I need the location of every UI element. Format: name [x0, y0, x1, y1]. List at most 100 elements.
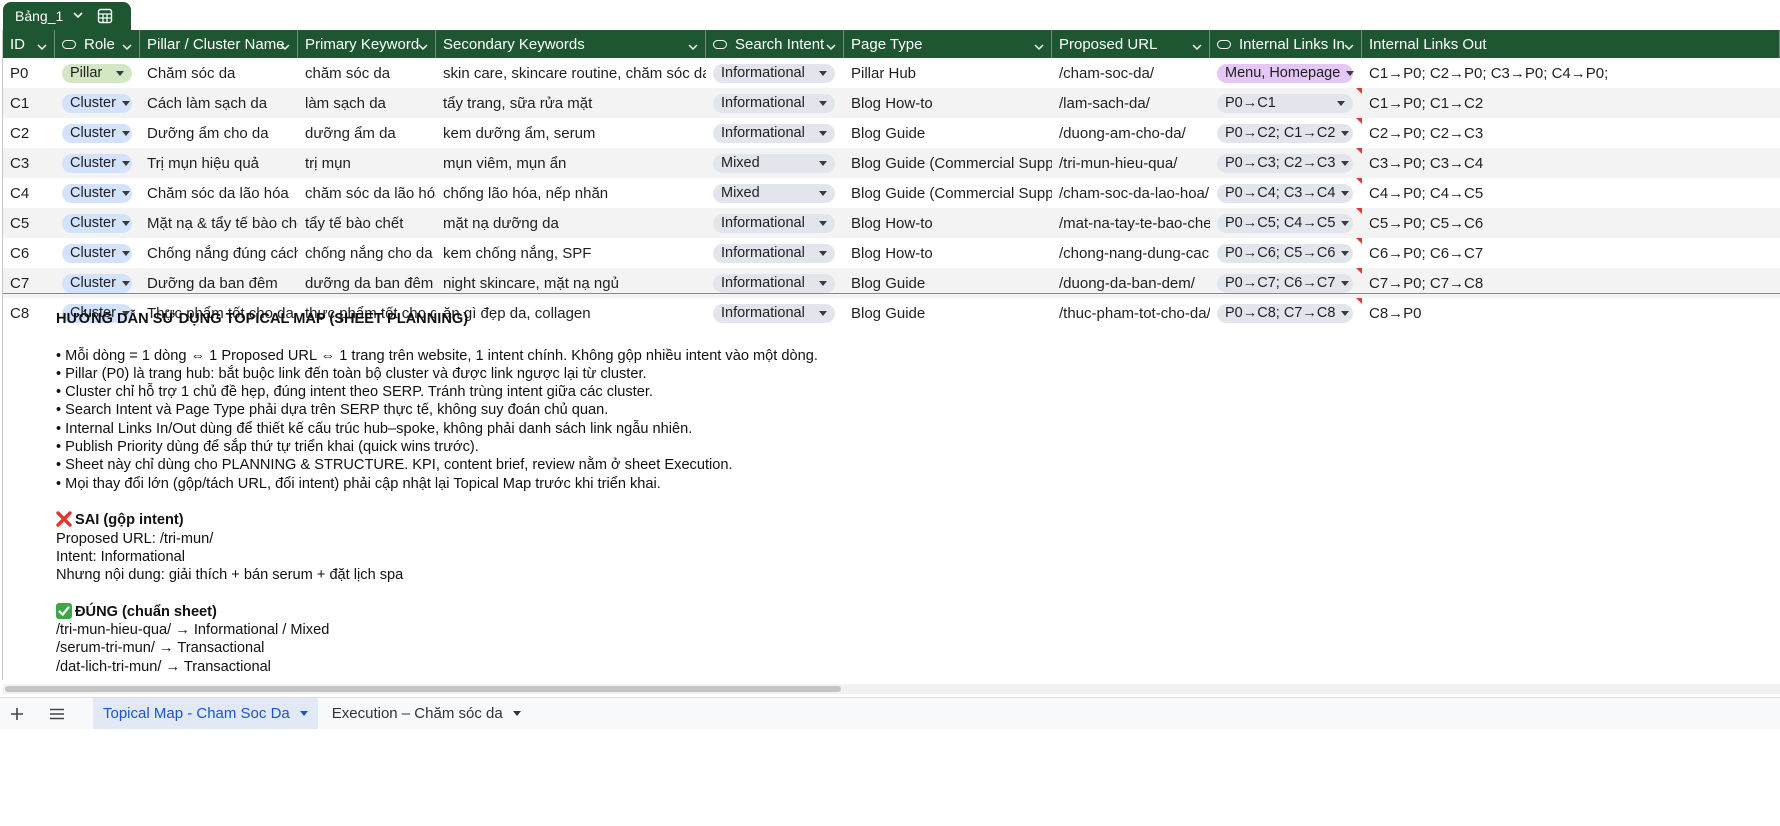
cell-name[interactable]: Cách làm sạch da [140, 88, 298, 118]
add-sheet-icon[interactable] [5, 702, 29, 726]
caret-down-icon[interactable] [121, 250, 130, 256]
cell-links-in[interactable]: P0→C4; C3→C4 [1210, 178, 1362, 208]
cell-primary-keyword[interactable]: làm sạch da [298, 88, 436, 118]
cell-page-type[interactable]: Blog How-to [844, 238, 1052, 268]
cell-role[interactable]: Cluster [55, 118, 140, 148]
intent-dropdown-chip[interactable]: Informational [713, 123, 835, 143]
cell-page-type[interactable]: Pillar Hub [844, 58, 1052, 88]
cell-proposed-url[interactable]: /duong-am-cho-da/ [1052, 118, 1210, 148]
cell-links-in[interactable]: P0→C1 [1210, 88, 1362, 118]
chevron-down-icon[interactable] [37, 38, 47, 51]
horizontal-scrollbar[interactable] [3, 684, 1780, 694]
links-in-dropdown-chip[interactable]: P0→C4; C3→C4 [1217, 183, 1353, 203]
header-col-links-out[interactable]: Internal Links Out [1362, 30, 1780, 58]
links-in-dropdown-chip[interactable]: P0→C1 [1217, 93, 1353, 113]
cell-links-in[interactable]: Menu, Homepage [1210, 58, 1362, 88]
intent-dropdown-chip[interactable]: Mixed [713, 183, 835, 203]
cell-links-in[interactable]: P0→C8; C7→C8 [1210, 298, 1362, 328]
role-dropdown-chip[interactable]: Cluster [62, 153, 132, 173]
cell-role[interactable]: Pillar [55, 58, 140, 88]
cell-search-intent[interactable]: Mixed [706, 178, 844, 208]
cell-proposed-url[interactable]: /chong-nang-dung-cach/ [1052, 238, 1210, 268]
cell-id[interactable]: C1 [3, 88, 55, 118]
cell-secondary-keywords[interactable]: kem dưỡng ẩm, serum [436, 118, 706, 148]
header-col-search-intent[interactable]: Search Intent [706, 30, 844, 58]
intent-dropdown-chip[interactable]: Informational [713, 63, 835, 83]
scrollbar-thumb[interactable] [5, 686, 841, 692]
role-dropdown-chip[interactable]: Cluster [62, 213, 132, 233]
cell-links-in[interactable]: P0→C2; C1→C2 [1210, 118, 1362, 148]
cell-links-out[interactable]: C4→P0; C4→C5 [1362, 178, 1780, 208]
cell-primary-keyword[interactable]: chống nắng cho da [298, 238, 436, 268]
chevron-down-icon[interactable] [1344, 38, 1354, 51]
intent-dropdown-chip[interactable]: Informational [713, 93, 835, 113]
caret-down-icon[interactable] [299, 711, 308, 716]
cell-page-type[interactable]: Blog Guide [844, 118, 1052, 148]
header-col-page-type[interactable]: Page Type [844, 30, 1052, 58]
cell-role[interactable]: Cluster [55, 238, 140, 268]
caret-down-icon[interactable] [121, 100, 130, 106]
chevron-down-icon[interactable] [688, 38, 698, 51]
caret-down-icon[interactable] [1341, 190, 1350, 196]
cell-links-out[interactable]: C3→P0; C3→C4 [1362, 148, 1780, 178]
caret-down-icon[interactable] [121, 190, 130, 196]
cell-id[interactable]: C8 [3, 298, 55, 328]
table-tab[interactable]: Bảng_1 [3, 2, 131, 30]
chevron-down-icon[interactable] [418, 38, 428, 51]
intent-dropdown-chip[interactable]: Informational [713, 273, 835, 293]
header-col-links-in[interactable]: Internal Links In [1210, 30, 1362, 58]
caret-down-icon[interactable] [512, 711, 521, 716]
header-col-primary-keyword[interactable]: Primary Keyword [298, 30, 436, 58]
cell-proposed-url[interactable]: /cham-soc-da-lao-hoa/ [1052, 178, 1210, 208]
cell-primary-keyword[interactable]: chăm sóc da [298, 58, 436, 88]
table-icon[interactable] [97, 8, 113, 24]
cell-id[interactable]: C6 [3, 238, 55, 268]
header-col-id[interactable]: ID [3, 30, 55, 58]
header-col-role[interactable]: Role [55, 30, 140, 58]
cell-name[interactable]: Dưỡng ẩm cho da [140, 118, 298, 148]
links-in-dropdown-chip[interactable]: Menu, Homepage [1217, 63, 1355, 83]
cell-links-in[interactable]: P0→C5; C4→C5 [1210, 208, 1362, 238]
cell-links-out[interactable]: C2→P0; C2→C3 [1362, 118, 1780, 148]
role-dropdown-chip[interactable]: Cluster [62, 123, 132, 143]
cell-primary-keyword[interactable]: trị mụn [298, 148, 436, 178]
cell-secondary-keywords[interactable]: mặt nạ dưỡng da [436, 208, 706, 238]
cell-role[interactable]: Cluster [55, 178, 140, 208]
caret-down-icon[interactable] [121, 130, 130, 136]
links-in-dropdown-chip[interactable]: P0→C3; C2→C3 [1217, 153, 1353, 173]
links-in-dropdown-chip[interactable]: P0→C5; C4→C5 [1217, 213, 1353, 233]
cell-links-out[interactable]: C8→P0 [1362, 298, 1780, 328]
cell-page-type[interactable]: Blog How-to [844, 88, 1052, 118]
cell-id[interactable]: C4 [3, 178, 55, 208]
cell-name[interactable]: Mặt nạ & tẩy tế bào chết [140, 208, 298, 238]
cell-links-out[interactable]: C6→P0; C6→C7 [1362, 238, 1780, 268]
cell-name[interactable]: Chống nắng đúng cách [140, 238, 298, 268]
caret-down-icon[interactable] [121, 220, 130, 226]
cell-search-intent[interactable]: Informational [706, 118, 844, 148]
cell-links-out[interactable]: C1→P0; C1→C2 [1362, 88, 1780, 118]
cell-role[interactable]: Cluster [55, 208, 140, 238]
intent-dropdown-chip[interactable]: Mixed [713, 153, 835, 173]
cell-id[interactable]: C3 [3, 148, 55, 178]
cell-primary-keyword[interactable]: tẩy tế bào chết [298, 208, 436, 238]
role-dropdown-chip[interactable]: Cluster [62, 93, 132, 113]
chevron-down-icon[interactable] [1034, 38, 1044, 51]
cell-search-intent[interactable]: Informational [706, 58, 844, 88]
cell-proposed-url[interactable]: /thuc-pham-tot-cho-da/ [1052, 298, 1210, 328]
chevron-down-icon[interactable] [280, 38, 290, 51]
role-dropdown-chip[interactable]: Cluster [62, 183, 132, 203]
cell-primary-keyword[interactable]: dưỡng ẩm da [298, 118, 436, 148]
header-col-secondary-keywords[interactable]: Secondary Keywords [436, 30, 706, 58]
caret-down-icon[interactable] [819, 310, 827, 316]
sheet-tab-execution[interactable]: Execution – Chăm sóc da [322, 698, 531, 729]
links-in-dropdown-chip[interactable]: P0→C2; C1→C2 [1217, 123, 1353, 143]
caret-down-icon[interactable] [1341, 160, 1350, 166]
chevron-down-icon[interactable] [73, 11, 83, 22]
cell-proposed-url[interactable]: /tri-mun-hieu-qua/ [1052, 148, 1210, 178]
links-in-dropdown-chip[interactable]: P0→C8; C7→C8 [1217, 303, 1353, 323]
cell-search-intent[interactable]: Informational [706, 238, 844, 268]
caret-down-icon[interactable] [819, 190, 827, 196]
cell-name[interactable]: Chăm sóc da lão hóa [140, 178, 298, 208]
cell-proposed-url[interactable]: /mat-na-tay-te-bao-chet/ [1052, 208, 1210, 238]
caret-down-icon[interactable] [1337, 100, 1345, 106]
